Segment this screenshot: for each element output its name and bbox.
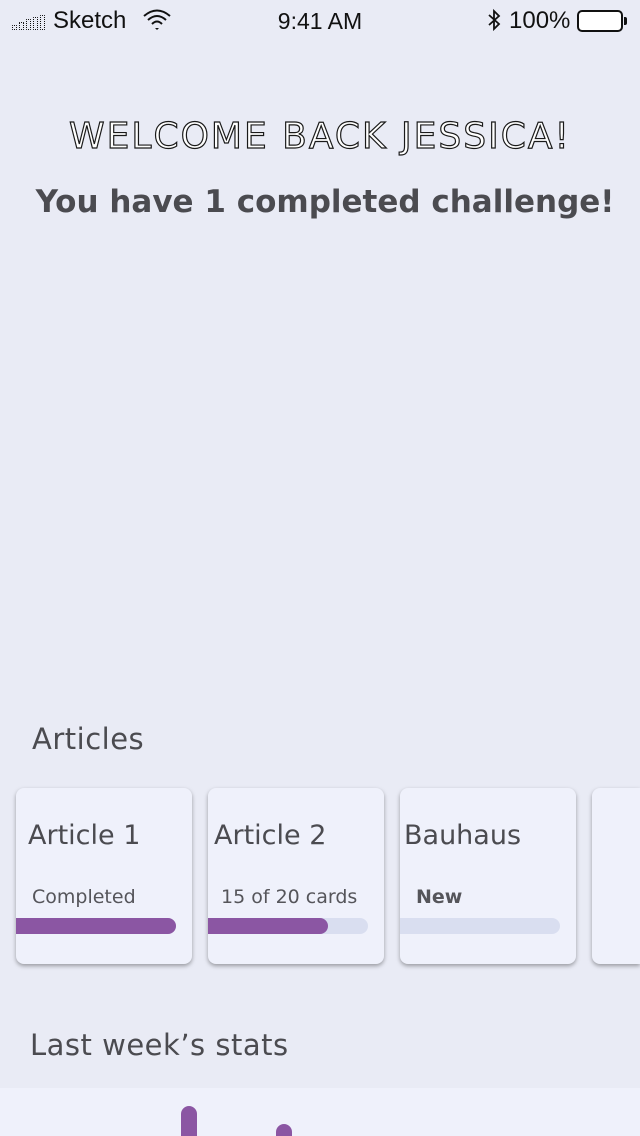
stats-section-title: Last week’s stats <box>30 1028 289 1062</box>
article-card-title: Article 2 <box>214 820 327 851</box>
article-card[interactable]: Article 2 15 of 20 cards <box>208 788 384 964</box>
article-progress-fill <box>16 918 176 934</box>
article-card-status: New <box>416 886 463 908</box>
article-card-status: Completed <box>32 886 136 908</box>
signal-strength-icon <box>12 14 46 30</box>
article-card[interactable]: Article 1 Completed <box>16 788 192 964</box>
article-progress-track <box>208 918 368 934</box>
article-card-title: Article 1 <box>28 820 141 851</box>
stats-chart-panel <box>0 1088 640 1136</box>
article-card-status: 15 of 20 cards <box>221 886 358 908</box>
status-bar: Sketch 9:41 AM 100% <box>0 0 640 64</box>
article-card-title: Bauhaus <box>404 820 522 851</box>
article-progress-track <box>16 918 176 934</box>
clock-time: 9:41 AM <box>277 8 363 34</box>
carrier-label: Sketch <box>53 7 127 34</box>
article-card-partial[interactable] <box>592 788 640 964</box>
wifi-icon <box>143 9 171 30</box>
articles-section-title: Articles <box>32 722 145 756</box>
bluetooth-icon <box>488 8 501 32</box>
stats-bar <box>181 1106 197 1136</box>
stats-bar <box>276 1124 292 1136</box>
battery-percentage: 100% <box>509 7 571 34</box>
article-progress-fill <box>208 918 328 934</box>
article-progress-track <box>400 918 560 934</box>
completed-challenges-subtitle: You have 1 completed challenge! <box>35 184 615 220</box>
welcome-heading: WELCOME BACK JESSICA! <box>68 115 571 157</box>
battery-icon <box>577 10 627 32</box>
article-card[interactable]: Bauhaus New <box>400 788 576 964</box>
